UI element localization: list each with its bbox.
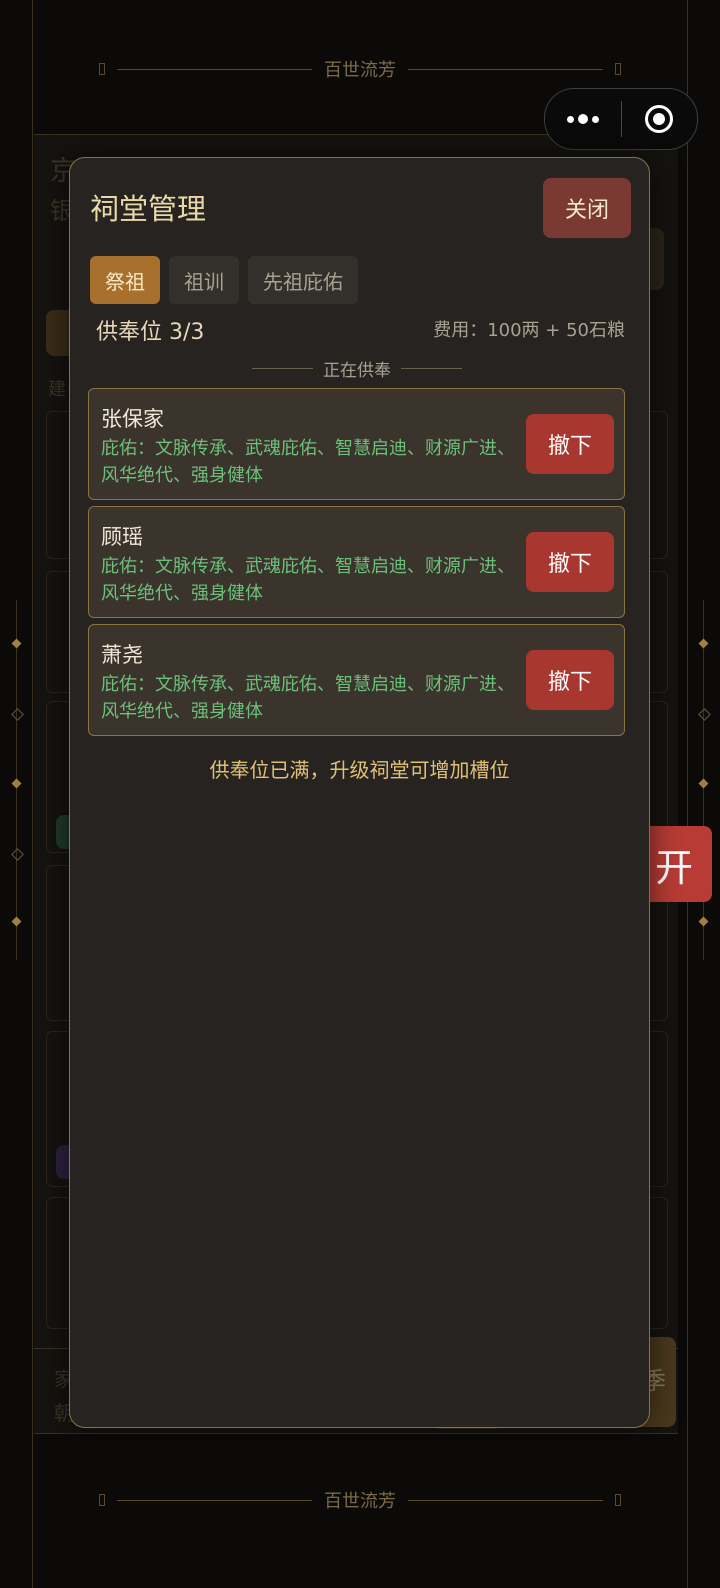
cost-label: 费用：100两 + 50石粮 xyxy=(433,320,625,341)
rail-diamond xyxy=(698,708,711,721)
modal-tabs: 祭祖 祖训 先祖庇佑 xyxy=(90,256,358,304)
close-miniprogram-button[interactable] xyxy=(622,89,698,149)
ancestral-hall-modal: 祠堂管理 关闭 祭祖 祖训 先祖庇佑 供奉位 3/3 费用：100两 + 50石… xyxy=(69,157,650,1428)
remove-button[interactable]: 撤下 xyxy=(526,650,614,710)
frame-left-line xyxy=(32,0,33,1588)
ancestor-name: 顾瑶 xyxy=(101,525,143,549)
tab-ancestral-rules[interactable]: 祖训 xyxy=(169,256,239,304)
more-menu-button[interactable] xyxy=(545,89,621,149)
remove-button[interactable]: 撤下 xyxy=(526,414,614,474)
ancestor-list: 张保家 庇佑：文脉传承、武魂庇佑、智慧启迪、财源广进、风华绝代、强身健体 撤下 … xyxy=(88,388,625,742)
bottom-banner: 百世流芳 xyxy=(0,1480,720,1520)
ancestor-blessing: 庇佑：文脉传承、武魂庇佑、智慧启迪、财源广进、风华绝代、强身健体 xyxy=(101,556,515,604)
section-divider: 正在供奉 xyxy=(252,356,462,381)
rail-diamond xyxy=(11,708,24,721)
rail-diamond xyxy=(698,638,709,649)
modal-title: 祠堂管理 xyxy=(90,192,207,226)
tab-ancestor-blessing[interactable]: 先祖庇佑 xyxy=(248,256,358,304)
rail-diamond xyxy=(11,848,24,861)
target-icon xyxy=(645,105,674,133)
close-button[interactable]: 关闭 xyxy=(543,178,631,238)
rail-diamond xyxy=(11,638,22,649)
ancestor-blessing: 庇佑：文脉传承、武魂庇佑、智慧启迪、财源广进、风华绝代、强身健体 xyxy=(101,674,515,722)
slots-count: 供奉位 3/3 xyxy=(96,320,205,345)
ancestor-blessing: 庇佑：文脉传承、武魂庇佑、智慧启迪、财源广进、风华绝代、强身健体 xyxy=(101,438,515,486)
rail-diamond xyxy=(11,916,22,927)
remove-button[interactable]: 撤下 xyxy=(526,532,614,592)
rail-diamond xyxy=(698,778,709,789)
ancestor-card: 顾瑶 庇佑：文脉传承、武魂庇佑、智慧启迪、财源广进、风华绝代、强身健体 撤下 xyxy=(88,506,625,618)
slots-full-note: 供奉位已满，升级祠堂可增加槽位 xyxy=(209,758,510,782)
bg-build-label: 建 xyxy=(48,379,66,400)
tab-worship[interactable]: 祭祖 xyxy=(90,256,160,304)
bottom-banner-title: 百世流芳 xyxy=(324,1491,396,1512)
frame-right-line xyxy=(687,0,688,1588)
section-label: 正在供奉 xyxy=(323,361,391,381)
ancestor-card: 张保家 庇佑：文脉传承、武魂庇佑、智慧启迪、财源广进、风华绝代、强身健体 撤下 xyxy=(88,388,625,500)
ancestor-card: 萧尧 庇佑：文脉传承、武魂庇佑、智慧启迪、财源广进、风华绝代、强身健体 撤下 xyxy=(88,624,625,736)
miniprogram-capsule xyxy=(544,88,698,150)
rail-diamond xyxy=(698,916,709,927)
top-banner: 百世流芳 xyxy=(0,49,720,89)
more-dots-icon xyxy=(566,114,599,124)
rail-diamond xyxy=(11,778,22,789)
top-banner-title: 百世流芳 xyxy=(324,60,396,81)
ancestor-name: 张保家 xyxy=(101,407,164,431)
ancestor-name: 萧尧 xyxy=(101,643,143,667)
